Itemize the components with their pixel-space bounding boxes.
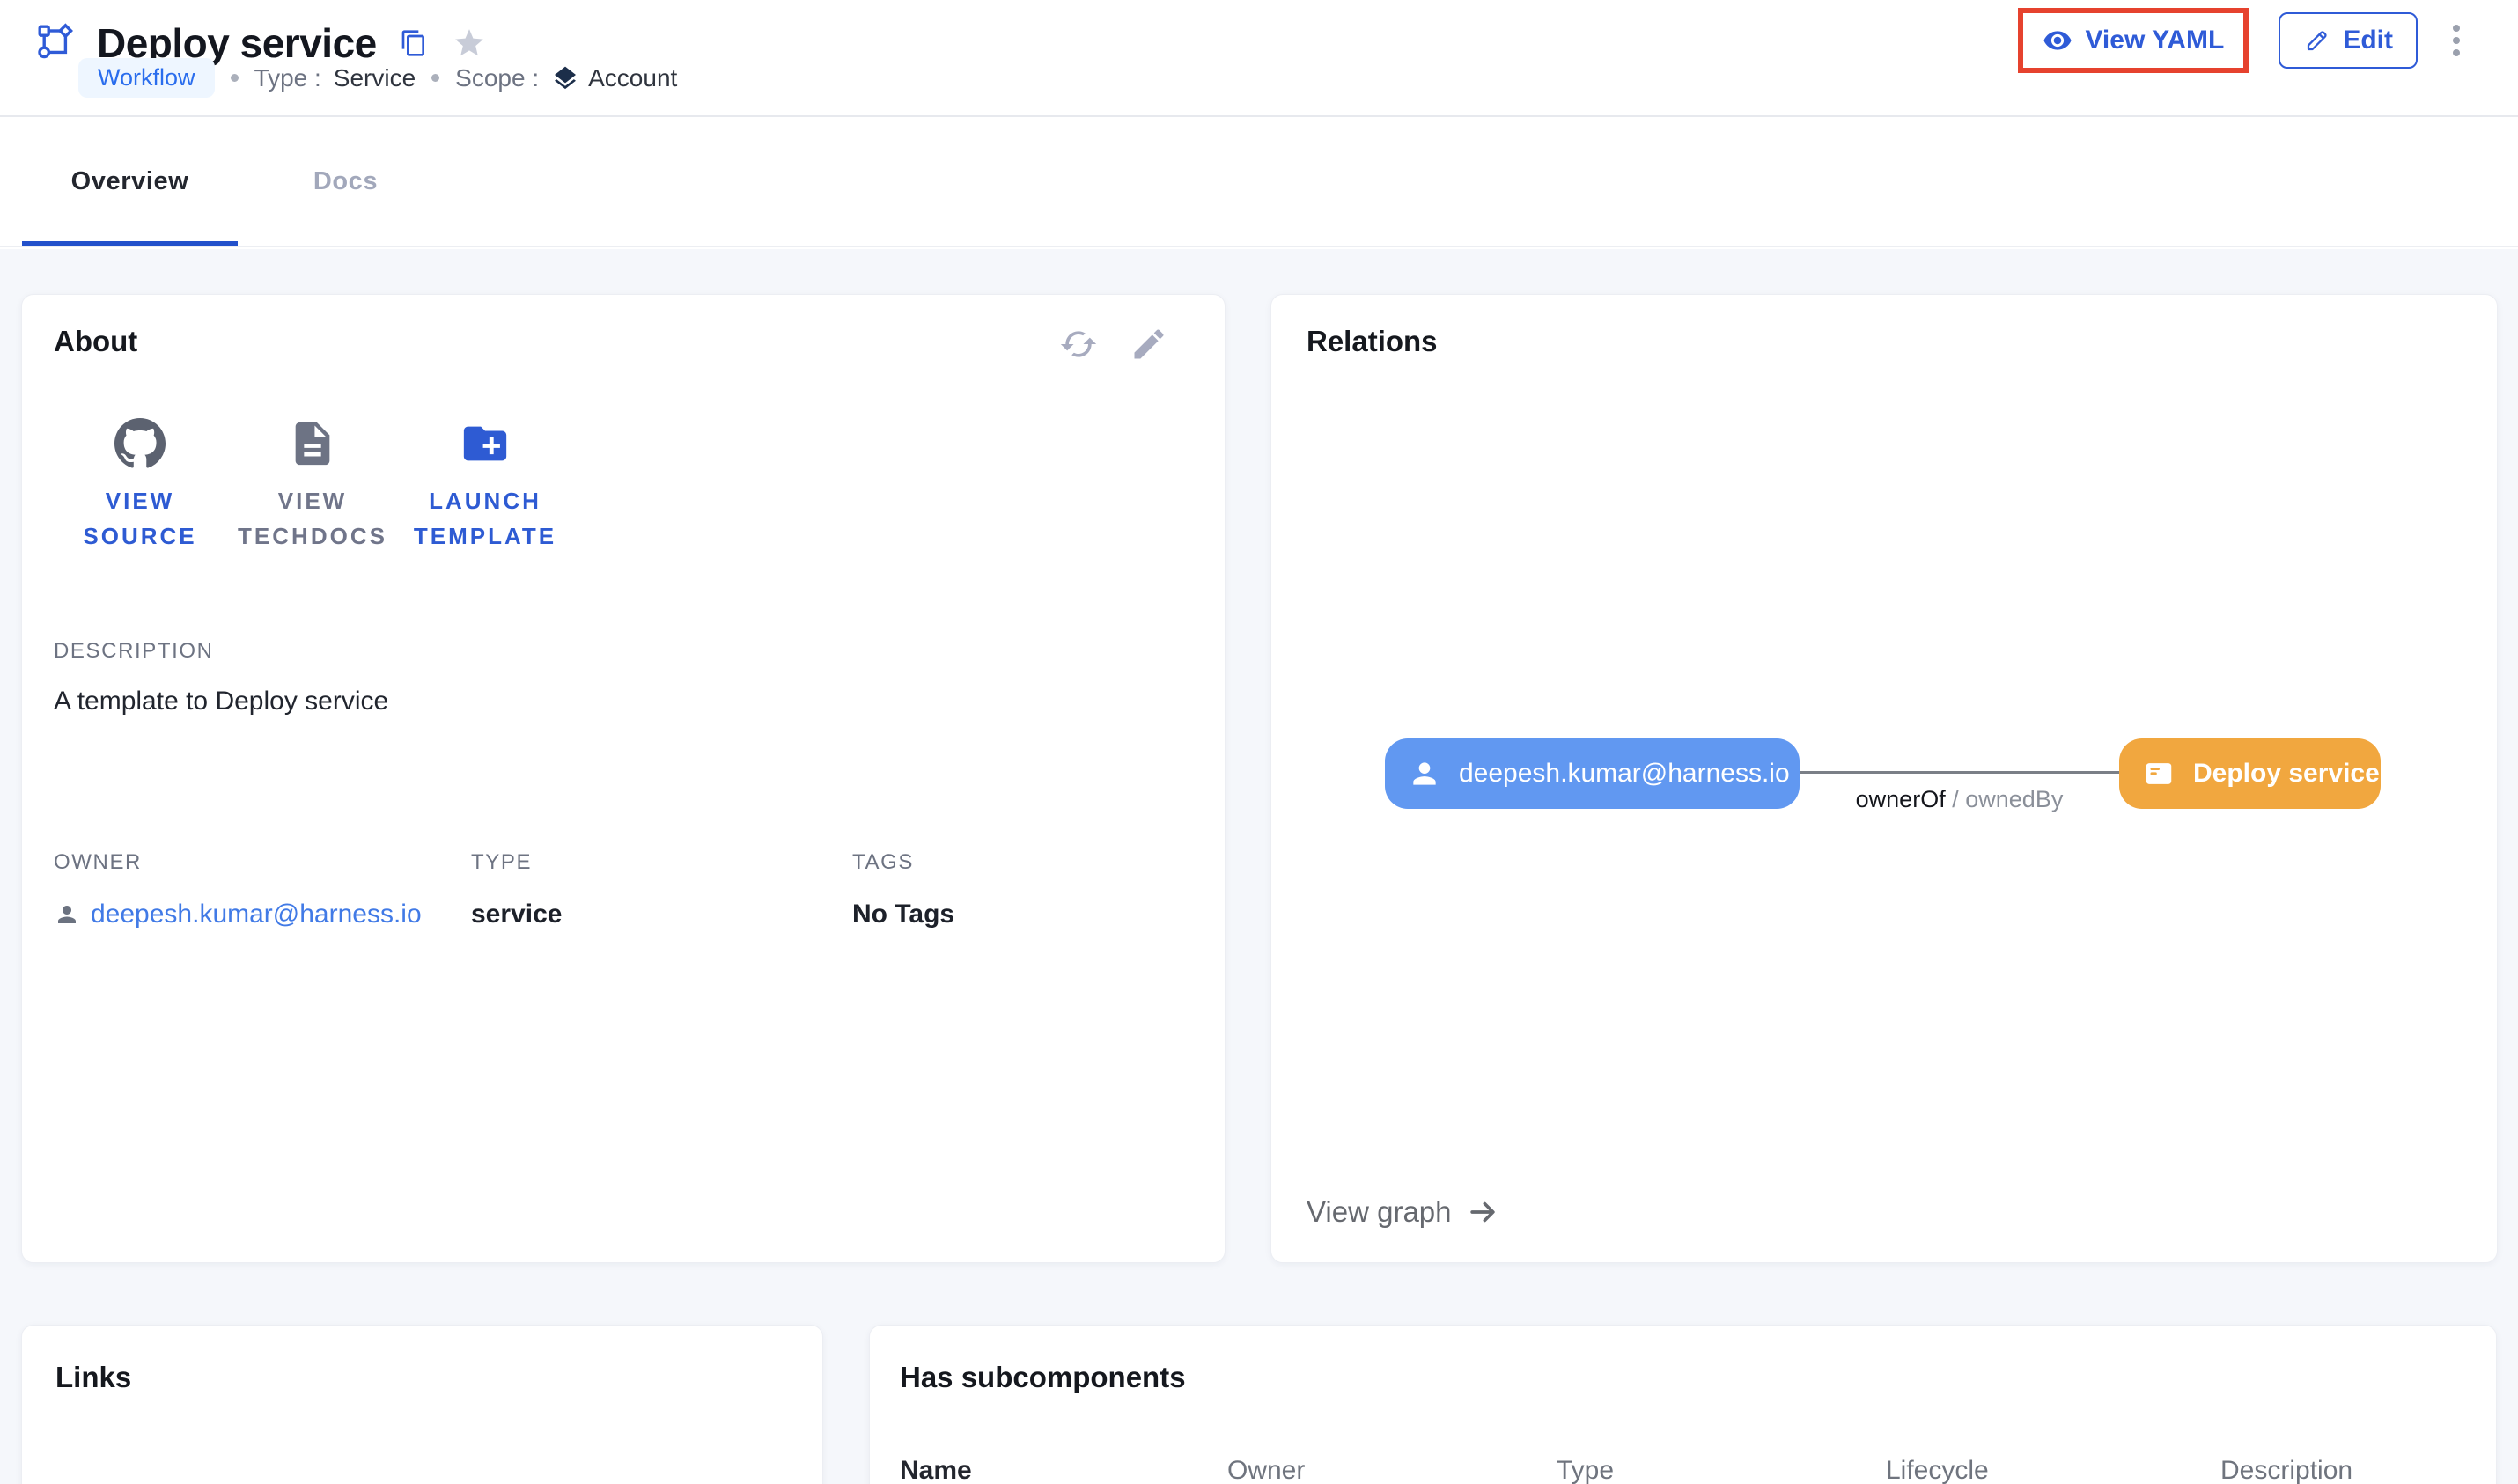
edit-button[interactable]: Edit (2279, 12, 2418, 69)
favorite-star-icon[interactable] (453, 26, 486, 60)
column-header-lifecycle[interactable]: Lifecycle (1886, 1456, 2220, 1484)
entity-page: Deploy service View YAML (0, 0, 2518, 1484)
workflow-badge: Workflow (78, 58, 215, 98)
type-value: Service (334, 64, 416, 92)
view-techdocs-action[interactable]: VIEW TECHDOCS (226, 418, 399, 555)
subcomponents-card-title: Has subcomponents (900, 1361, 2466, 1394)
owner-link[interactable]: deepesh.kumar@harness.io (91, 900, 422, 929)
launch-template-line2: TEMPLATE (414, 523, 556, 549)
more-options-kebab-icon[interactable] (2448, 19, 2465, 62)
view-source-action[interactable]: VIEW SOURCE (54, 418, 226, 555)
column-header-owner[interactable]: Owner (1227, 1456, 1557, 1484)
template-card-icon (2142, 757, 2176, 790)
edge-label-ownedby: ownedBy (1965, 786, 2063, 812)
edit-about-pencil-icon[interactable] (1130, 325, 1168, 364)
dot-separator (431, 74, 439, 82)
subcomponents-table-header: Name Owner Type Lifecycle Description (900, 1456, 2466, 1484)
view-source-line2: SOURCE (83, 523, 196, 549)
tab-bar: Overview Docs (0, 117, 2518, 247)
relation-edge-label: ownerOf / ownedBy (1800, 786, 2119, 813)
description-value: A template to Deploy service (54, 687, 1193, 716)
eye-icon (2043, 26, 2073, 55)
refresh-icon[interactable] (1059, 325, 1098, 364)
links-card: Links (21, 1325, 823, 1484)
view-source-line1: VIEW (106, 488, 174, 514)
page-header: Deploy service View YAML (0, 0, 2518, 117)
column-header-type[interactable]: Type (1557, 1456, 1886, 1484)
tab-docs[interactable]: Docs (238, 117, 453, 246)
arrow-right-icon (1466, 1195, 1499, 1229)
overview-content: About (0, 249, 2518, 1484)
workflow-icon (35, 22, 77, 64)
launch-template-action[interactable]: LAUNCH TEMPLATE (399, 418, 571, 555)
type-section-value: service (471, 900, 852, 929)
copy-name-icon[interactable] (400, 29, 428, 57)
techdocs-icon (287, 418, 338, 469)
view-techdocs-line1: VIEW (278, 488, 347, 514)
relations-card: Relations ownerOf / ownedBy deepesh.kuma… (1270, 294, 2498, 1263)
type-section-label: TYPE (471, 850, 852, 875)
relations-card-title: Relations (1307, 325, 2462, 358)
type-label: Type : (254, 64, 321, 92)
relation-node-owner[interactable]: deepesh.kumar@harness.io (1385, 738, 1800, 809)
view-graph-link[interactable]: View graph (1307, 1195, 1499, 1229)
relation-node-service[interactable]: Deploy service (2119, 738, 2381, 809)
scope-label: Scope : (455, 64, 539, 92)
column-header-name[interactable]: Name (900, 1456, 1227, 1484)
scope-value: Account (588, 64, 677, 92)
tags-label: TAGS (852, 850, 1193, 875)
description-label: DESCRIPTION (54, 639, 1193, 664)
view-graph-label: View graph (1307, 1195, 1452, 1229)
links-card-title: Links (55, 1361, 789, 1394)
view-yaml-label: View YAML (2085, 26, 2224, 55)
pencil-icon (2303, 26, 2331, 55)
edit-label: Edit (2343, 26, 2393, 55)
launch-template-icon (460, 418, 511, 469)
relation-edge-line (1800, 771, 2119, 774)
service-node-label: Deploy service (2193, 759, 2380, 789)
dot-separator (231, 74, 239, 82)
launch-template-line1: LAUNCH (429, 488, 541, 514)
layers-icon (551, 64, 579, 92)
edge-label-ownerof: ownerOf (1856, 786, 1946, 812)
owner-label: OWNER (54, 850, 471, 875)
about-card: About (21, 294, 1226, 1263)
view-yaml-button[interactable]: View YAML (2043, 26, 2224, 55)
tags-value: No Tags (852, 900, 1193, 929)
edge-label-separator: / (1952, 786, 1959, 812)
person-icon (1408, 757, 1441, 790)
person-icon (54, 901, 80, 928)
view-yaml-highlight-box: View YAML (2018, 8, 2249, 73)
github-icon (114, 418, 166, 469)
owner-node-label: deepesh.kumar@harness.io (1459, 759, 1790, 789)
view-techdocs-line2: TECHDOCS (238, 523, 387, 549)
tab-overview[interactable]: Overview (22, 117, 238, 246)
about-card-title: About (54, 325, 137, 358)
subcomponents-card: Has subcomponents Name Owner Type Lifecy… (869, 1325, 2497, 1484)
column-header-description[interactable]: Description (2220, 1456, 2466, 1484)
